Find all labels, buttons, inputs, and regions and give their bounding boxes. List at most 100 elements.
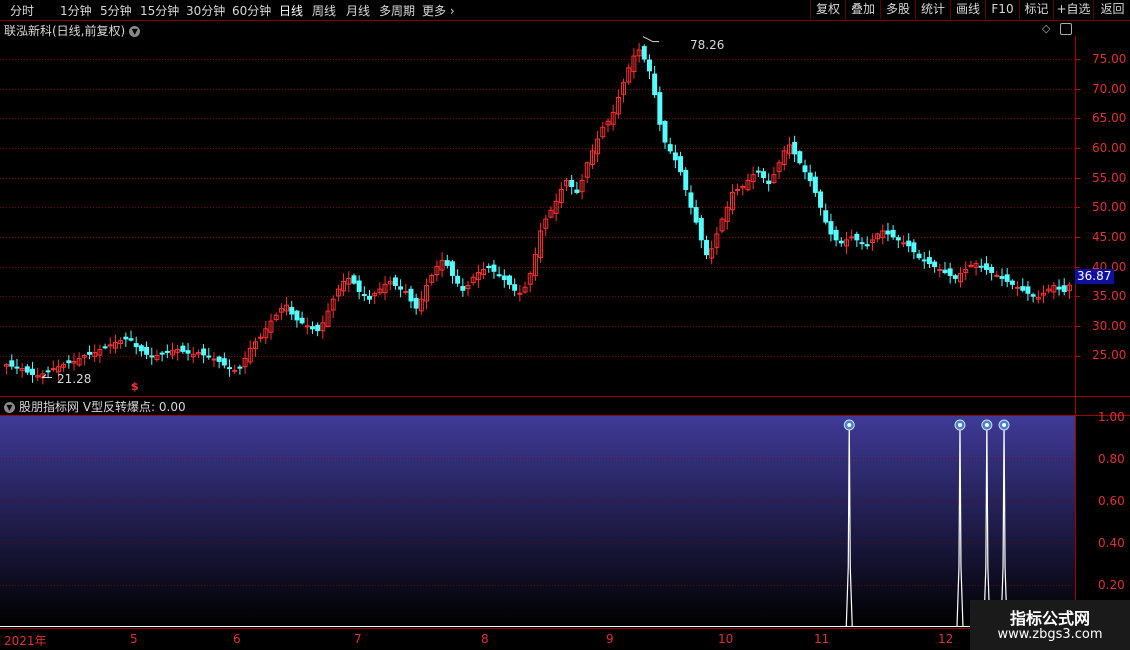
candle-body: [392, 277, 398, 287]
candle-body: [232, 369, 238, 372]
candle-body: [906, 240, 912, 247]
low-pointer: [41, 374, 52, 379]
candle-body: [144, 346, 150, 355]
candle-body: [398, 286, 404, 290]
candle-body: [952, 275, 958, 279]
indicator-tick-label: 1.00: [1098, 410, 1125, 424]
candle-body: [693, 207, 699, 223]
candle-body: [206, 355, 212, 358]
candle-body: [367, 295, 372, 300]
candle-body: [237, 366, 243, 369]
candle-body: [299, 317, 305, 324]
candle-body: [818, 191, 824, 208]
candle-body: [662, 121, 668, 143]
candle-body: [517, 292, 523, 295]
candle-body: [1015, 286, 1021, 289]
candle-body: [361, 294, 367, 297]
candle-body: [315, 324, 321, 332]
candle-body: [102, 346, 108, 349]
x-tick-label: 11: [814, 632, 830, 646]
x-tick-label: 2021年: [4, 634, 47, 648]
signal-dot-center: [847, 423, 852, 427]
candle-body: [180, 345, 186, 352]
candle-body: [356, 280, 362, 292]
candle-body: [797, 151, 803, 164]
candle-body: [9, 360, 15, 367]
candle-body: [932, 261, 938, 268]
candle-body: [128, 338, 134, 341]
indicator-tick-label: 0.60: [1098, 494, 1125, 508]
candle-body: [123, 336, 129, 340]
candle-body: [672, 152, 678, 161]
candle-body: [828, 221, 834, 235]
candle-body: [735, 188, 741, 191]
x-tick-label: 9: [606, 632, 614, 646]
candle-body: [413, 297, 419, 309]
candle-body: [761, 171, 766, 179]
indicator-title[interactable]: ▼ 股朋指标网 V型反转爆点: 0.00: [4, 398, 186, 415]
price-tick-label: 70.00: [1092, 82, 1127, 96]
indicator-tick-label: 0.20: [1098, 578, 1125, 592]
candle-body: [864, 244, 870, 247]
candle-body: [678, 156, 684, 173]
price-tick-label: 65.00: [1092, 111, 1127, 125]
high-price-label: 78.26: [690, 38, 725, 52]
candle-body: [1009, 280, 1015, 285]
candle-body: [574, 189, 580, 193]
candle-body: [221, 358, 227, 366]
candle-body: [45, 370, 51, 373]
x-tick-label: 12: [938, 632, 954, 646]
candle-body: [1061, 285, 1067, 292]
candle-body: [403, 290, 409, 293]
indicator-tick-label: 0.40: [1098, 536, 1125, 550]
candle-body: [823, 210, 829, 223]
candle-body: [792, 141, 798, 155]
candle-body: [491, 264, 497, 272]
candle-body: [926, 257, 932, 265]
candle-body: [201, 348, 207, 356]
candle-body: [569, 179, 575, 187]
price-chart[interactable]: [0, 0, 1130, 650]
candle-body: [854, 233, 860, 241]
candle-body: [159, 352, 165, 355]
candle-body: [807, 172, 813, 182]
candle-body: [227, 367, 232, 370]
candle-body: [1030, 294, 1036, 297]
low-price-label: 21.28: [57, 372, 92, 386]
x-tick-label: 6: [233, 632, 241, 646]
x-tick-label: 7: [354, 632, 362, 646]
signal-dot-center: [984, 423, 989, 427]
candle-body: [838, 240, 844, 244]
candle-body: [646, 59, 652, 72]
candle-body: [24, 366, 30, 373]
chevron-down-icon[interactable]: ▼: [4, 402, 15, 413]
candle-body: [304, 325, 310, 328]
candle-body: [512, 284, 518, 291]
candle-body: [885, 230, 891, 235]
candle-body: [641, 46, 647, 60]
candle-body: [916, 253, 922, 259]
candle-body: [1020, 286, 1026, 291]
candle-body: [994, 274, 1000, 277]
candle-body: [895, 237, 901, 241]
candle-body: [87, 351, 93, 355]
candle-body: [449, 261, 455, 276]
candle-body: [1056, 286, 1062, 290]
candle-body: [833, 229, 839, 241]
candle-body: [657, 92, 663, 125]
watermark-title: 指标公式网: [1009, 609, 1090, 628]
candle-body: [310, 326, 315, 330]
price-tick-label: 35.00: [1092, 289, 1127, 303]
candle-body: [978, 265, 984, 268]
candle-body: [968, 264, 974, 267]
candle-body: [890, 229, 896, 238]
candle-body: [849, 236, 855, 239]
candle-body: [999, 276, 1005, 279]
candle-body: [942, 269, 948, 273]
candle-body: [164, 350, 170, 353]
candle-body: [802, 165, 808, 173]
candle-body: [812, 176, 818, 193]
candle-body: [50, 368, 56, 371]
price-tick-label: 55.00: [1092, 171, 1127, 185]
watermark: 指标公式网 www.zbgs3.com: [970, 600, 1130, 650]
